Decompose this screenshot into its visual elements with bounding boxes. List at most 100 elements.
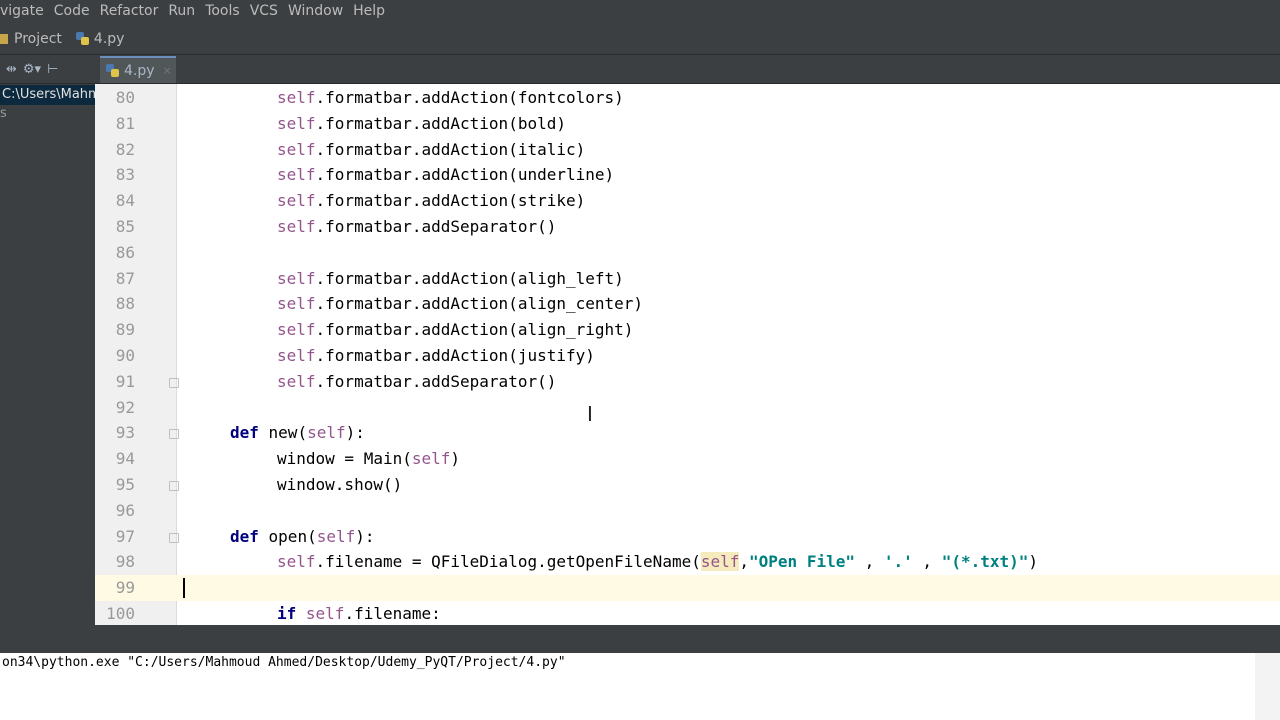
code-token: .filename: [344,604,441,623]
line-number: 81 [115,113,135,133]
breadcrumb-project[interactable]: Project [0,31,62,47]
breadcrumb-file[interactable]: 4.py [75,31,125,47]
code-line[interactable]: 83 self.formatbar.addAction(underline) [95,162,1280,188]
text-cursor-icon: I [587,402,593,426]
line-number: 88 [115,294,135,314]
code-text: def new(self): [230,420,365,446]
code-token: ): [355,526,375,546]
close-icon[interactable]: × [163,64,172,77]
code-token: self [277,113,316,133]
menu-item-vcs[interactable]: VCS [250,3,286,19]
line-number: 100 [106,604,135,623]
code-token: self [277,552,316,572]
code-line[interactable]: 93 def new(self): [95,420,1280,446]
code-token: self [277,371,316,391]
code-line[interactable]: 98 self.filename = QFileDialog.getOpenFil… [95,549,1280,575]
code-line[interactable]: 94 window = Main(self) [95,446,1280,472]
line-number: 99 [115,578,135,598]
code-token: . [315,88,326,107]
line-number: 90 [115,346,135,365]
line-number: 82 [115,139,135,159]
code-token: '.' [883,552,913,572]
breadcrumb-project-label: Project [14,31,62,47]
code-token: open( [258,526,317,546]
line-number: 93 [115,423,135,443]
breadcrumb-file-label: 4.py [93,31,125,47]
project-tree-item[interactable]: s [0,105,95,123]
menu-item-run[interactable]: Run [168,3,203,19]
console-scrollbar[interactable] [1255,653,1280,720]
code-line[interactable]: 99 [95,575,1280,602]
code-line[interactable]: 100 if self.filename: [95,601,1280,625]
menu-item-tools[interactable]: Tools [205,3,248,19]
code-line[interactable]: 86 [95,240,1280,266]
code-token: self [277,346,316,365]
code-line[interactable]: 82 self.formatbar.addAction(italic) [95,137,1280,163]
code-line[interactable]: 80 self.formatbar.addAction(fontcolors) [95,85,1280,111]
code-token: self [277,320,316,340]
panel-divider [0,625,1280,653]
menu-item-help[interactable]: Help [353,3,393,19]
code-line[interactable]: 97 def open(self): [95,524,1280,550]
tab-4py[interactable]: 4.py × [100,56,176,83]
run-console[interactable]: on34\python.exe "C:/Users/Mahmoud Ahmed/… [0,653,1280,720]
code-token: window.show() [277,475,403,494]
code-token: self [307,423,346,443]
fold-marker-icon[interactable] [169,377,179,388]
code-token: ) [450,449,461,469]
code-line[interactable]: 95 window.show() [95,472,1280,498]
fold-marker-icon[interactable] [169,481,179,491]
collapse-icon[interactable]: ⇹ [6,62,17,77]
code-token: self [316,526,356,546]
code-line[interactable]: 96 [95,498,1280,524]
project-tree-root[interactable]: C:\Users\Mahm [0,85,95,105]
code-text: self.formatbar.addAction(align_center) [277,291,643,317]
menu-bar: vigate Code Refactor Run Tools VCS Window Help [0,0,1280,22]
tab-label: 4.py [124,62,155,79]
code-line[interactable]: 84 self.formatbar.addAction(strike) [95,188,1280,214]
code-token: .filename = QFileDialog.getOpenFileName( [315,552,701,572]
code-token: self [277,139,316,159]
menu-item-vigate[interactable]: vigate [0,3,52,19]
code-token: .formatbar.addAction(bold) [315,113,566,133]
code-line[interactable]: 91 self.formatbar.addSeparator() [95,369,1280,395]
code-text: self.formatbar.addSeparator() [277,214,556,240]
code-token: .formatbar.addAction(align_center) [315,294,644,314]
code-token: "(*.txt)" [941,552,1029,572]
line-number: 89 [115,320,135,340]
code-text: window.show() [277,472,402,498]
code-token: self [277,294,316,314]
pin-icon[interactable]: ⊢ [47,62,58,77]
code-text: window = Main(self) [277,446,460,472]
menu-item-window[interactable]: Window [288,3,351,19]
folder-icon [0,34,8,44]
code-line[interactable]: 87 self.formatbar.addAction(aligh_left) [95,266,1280,292]
line-number: 92 [115,397,135,417]
fold-marker-icon[interactable] [169,429,179,440]
fold-marker-icon[interactable] [169,532,179,543]
gear-icon[interactable]: ⚙▾ [23,62,41,77]
code-text: self.formatbar.addAction(strike) [277,188,585,214]
code-text: self.formatbar.addAction(justify) [277,343,595,369]
code-editor[interactable]: 80 self.formatbar.addAction(fontcolors) 81… [95,84,1280,625]
code-token: self [277,88,316,107]
code-text: self.formatbar.addAction(underline) [277,162,614,188]
menu-item-code[interactable]: Code [54,3,98,19]
code-token: .formatbar.addSeparator() [315,371,557,391]
line-number: 85 [115,217,135,236]
code-line[interactable]: 89 self.formatbar.addAction(align_right) [95,317,1280,343]
code-token: , [739,552,750,572]
code-token: ): [345,423,365,443]
code-line[interactable]: 81 self.formatbar.addAction(bold) [95,111,1280,137]
line-number: 95 [115,475,135,494]
code-line[interactable]: 92 [95,395,1280,421]
code-line[interactable]: 85 self.formatbar.addSeparator() [95,214,1280,240]
menu-item-refactor[interactable]: Refactor [100,3,167,19]
code-line[interactable]: 88 self.formatbar.addAction(align_center) [95,291,1280,317]
editor-toolbar: ⇹ ⚙▾ ⊢ [0,55,1280,84]
code-text: self.formatbar.addSeparator() [277,369,556,395]
code-text: self.formatbar.addAction(align_right) [277,317,633,343]
code-text: if self.filename: [277,601,441,625]
code-line[interactable]: 90 self.formatbar.addAction(justify) [95,343,1280,369]
